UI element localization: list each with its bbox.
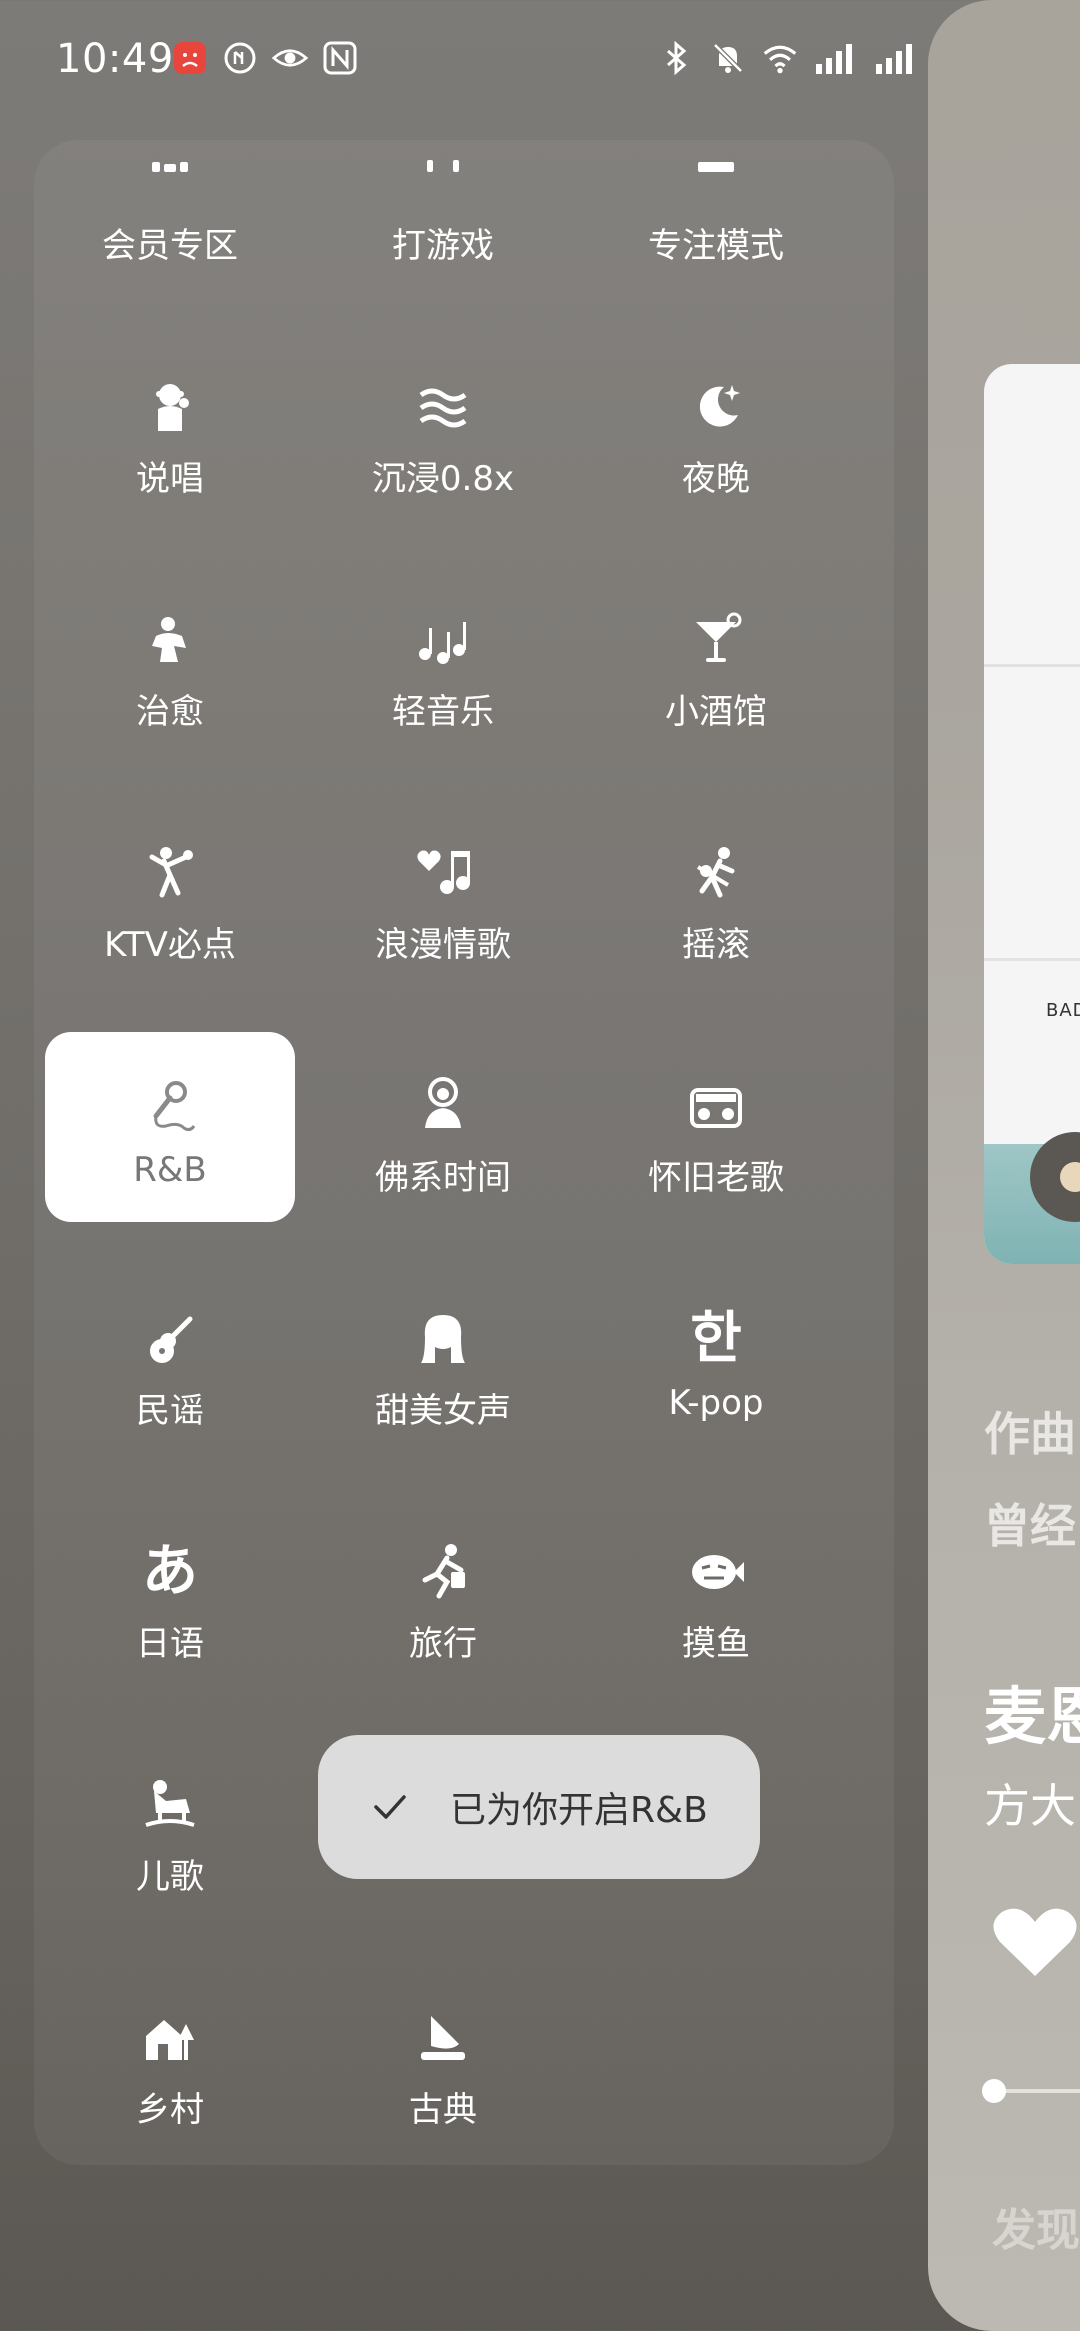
mode-tile[interactable]: 民谣 <box>45 1265 295 1455</box>
mode-tile-label: 会员专区 <box>102 226 238 266</box>
signal-icon <box>816 44 852 74</box>
radio-icon <box>690 1088 742 1128</box>
mode-tile-label: 摸鱼 <box>682 1624 750 1664</box>
toast: 已为你开启R&B <box>318 1735 760 1879</box>
vip-icon <box>152 162 188 172</box>
mode-tile-label: 轻音乐 <box>392 692 494 732</box>
mode-tile[interactable]: 怀旧老歌 <box>591 1032 841 1222</box>
cocktail-icon <box>696 612 742 662</box>
toast-message: 已为你开启R&B <box>450 1790 708 1831</box>
mode-tile[interactable]: 摇滚 <box>591 799 841 989</box>
lyric-line: 曾经 <box>984 1499 1076 1553</box>
mode-tile-label: 日语 <box>136 1624 204 1664</box>
mode-tile-label: 佛系时间 <box>375 1158 511 1198</box>
mode-tile-label: 古典 <box>409 2090 477 2130</box>
buddha-icon <box>425 1077 461 1128</box>
mode-tile[interactable]: 古典 <box>318 1964 568 2154</box>
mode-tile-label: 怀旧老歌 <box>648 1158 784 1198</box>
mode-tile[interactable]: 夜晚 <box>591 333 841 523</box>
status-time: 10:49 <box>56 36 174 82</box>
check-icon <box>374 1795 406 1819</box>
clock-badge-icon <box>224 42 256 74</box>
signal-icon-2 <box>876 44 912 74</box>
ktv-icon <box>149 847 193 898</box>
mode-tile-label: 打游戏 <box>392 226 494 266</box>
mode-tile[interactable]: 旅行 <box>318 1498 568 1688</box>
game-icon <box>427 160 459 172</box>
progress-thumb[interactable] <box>982 2079 1006 2103</box>
eye-icon <box>272 49 308 67</box>
music-notes-icon <box>419 622 466 664</box>
mode-tile[interactable]: 佛系时间 <box>318 1032 568 1222</box>
mode-tile-label: 治愈 <box>136 692 204 732</box>
mode-tile-label: 旅行 <box>409 1624 477 1664</box>
mute-bell-icon <box>713 43 743 73</box>
mode-tile[interactable]: 专注模式 <box>591 140 841 290</box>
gramophone-icon <box>421 2016 465 2060</box>
mode-tile[interactable]: R&B <box>45 1032 295 1222</box>
mode-tile[interactable]: 乡村 <box>45 1964 295 2154</box>
mode-tile-label: 摇滚 <box>682 925 750 965</box>
moon-icon <box>699 385 740 427</box>
hangul-icon: 한 <box>690 1306 742 1371</box>
mode-tile[interactable]: 儿歌 <box>45 1731 295 1921</box>
bluetooth-icon <box>667 40 687 76</box>
wifi-icon <box>763 45 797 74</box>
nfc-icon <box>323 41 357 75</box>
mode-tile-label: 夜晚 <box>682 459 750 499</box>
mode-tile-label: 小酒馆 <box>665 692 767 732</box>
mode-tile[interactable]: 沉浸0.8x <box>318 333 568 523</box>
mode-tile[interactable]: KTV必点 <box>45 799 295 989</box>
album-art-text: BAD <box>1046 1000 1080 1021</box>
composer-label: 作曲 <box>984 1407 1076 1461</box>
mode-tile[interactable]: 治愈 <box>45 566 295 756</box>
rocking-horse-icon <box>145 1780 195 1827</box>
village-icon <box>146 2020 194 2060</box>
mode-tile[interactable]: 轻音乐 <box>318 566 568 756</box>
mode-tile-label: 说唱 <box>136 459 204 499</box>
mode-tile-label: 乡村 <box>136 2090 204 2130</box>
mode-tile-label: 沉浸0.8x <box>371 459 515 499</box>
microphone-icon <box>153 1081 196 1132</box>
mode-tile-label: 甜美女声 <box>375 1391 511 1431</box>
app-notification-icon <box>174 42 206 74</box>
rap-icon <box>156 384 189 431</box>
album-art[interactable] <box>984 364 1080 1264</box>
focus-icon <box>698 162 734 172</box>
love-song-icon <box>417 850 470 894</box>
mode-tile-label: 专注模式 <box>648 226 784 266</box>
fish-icon <box>692 1555 744 1589</box>
mode-tile-label: R&B <box>133 1150 207 1190</box>
song-title: 麦恩 <box>984 1680 1080 1753</box>
female-voice-icon <box>421 1315 465 1363</box>
artist-name: 方大 <box>984 1779 1076 1833</box>
waves-icon <box>419 388 467 428</box>
mode-tile[interactable]: 甜美女声 <box>318 1265 568 1455</box>
discover-tab[interactable]: 发现 <box>992 2194 1080 2258</box>
mode-tile-label: 儿歌 <box>136 1857 204 1897</box>
mode-tile[interactable]: 摸鱼 <box>591 1498 841 1688</box>
mode-tile[interactable]: 说唱 <box>45 333 295 523</box>
travel-icon <box>422 1544 465 1599</box>
mode-tile-label: KTV必点 <box>104 925 236 965</box>
status-bar: 10:49 <box>0 0 1080 120</box>
rock-icon <box>696 847 735 898</box>
mode-tile[interactable]: あ日语 <box>45 1498 295 1688</box>
mode-tile-label: 民谣 <box>136 1391 204 1431</box>
mode-tile[interactable]: 打游戏 <box>318 140 568 290</box>
mode-tile-label: K-pop <box>668 1383 764 1423</box>
like-heart-icon[interactable] <box>990 1902 1080 1982</box>
guitar-icon <box>150 1316 193 1363</box>
mode-tile-label: 浪漫情歌 <box>375 925 511 965</box>
status-left-icons <box>172 40 358 76</box>
mode-tile[interactable]: 小酒馆 <box>591 566 841 756</box>
hiragana-icon: あ <box>142 1539 198 1604</box>
mode-tile[interactable]: 한 K-pop <box>591 1265 841 1455</box>
mode-tile[interactable]: 会员专区 <box>45 140 295 290</box>
healing-icon <box>152 617 186 662</box>
mode-tile[interactable]: 浪漫情歌 <box>318 799 568 989</box>
